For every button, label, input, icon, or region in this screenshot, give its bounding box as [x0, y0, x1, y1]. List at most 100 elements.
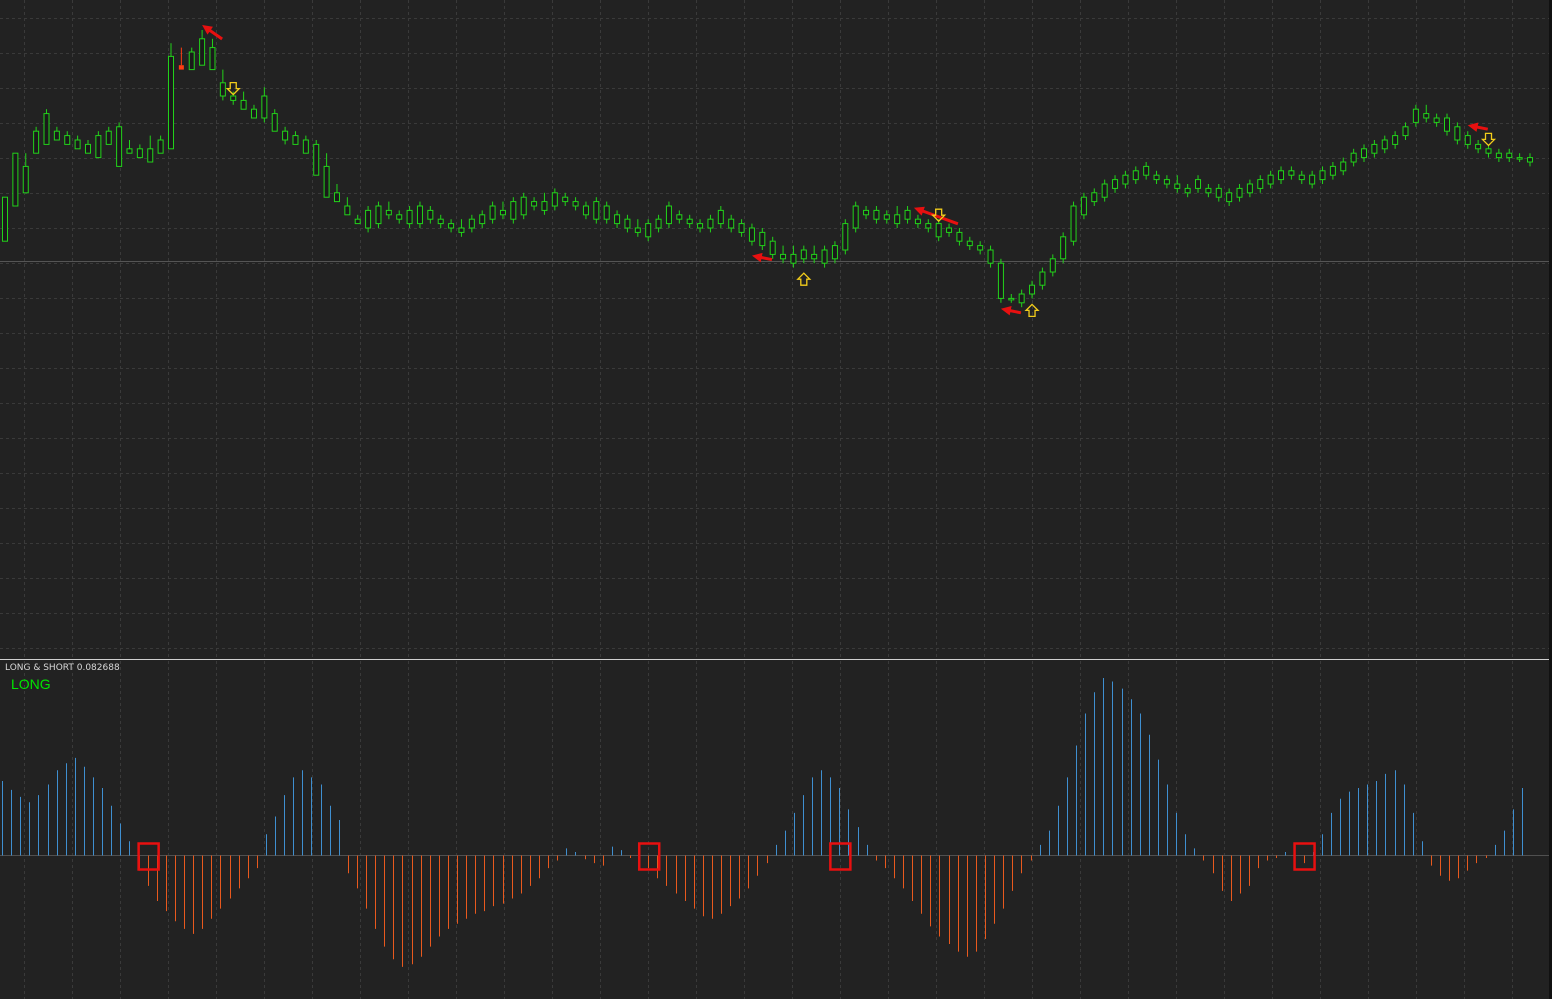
- candle-body: [1215, 187, 1222, 198]
- candle-body: [520, 196, 527, 216]
- candle-body: [1008, 297, 1015, 301]
- candle-body: [365, 209, 372, 229]
- candle-body: [1153, 174, 1160, 181]
- candle-body: [634, 227, 641, 233]
- candle-body: [707, 218, 714, 229]
- candle-body: [1070, 205, 1077, 242]
- candle-body: [375, 205, 382, 225]
- candle-body: [499, 209, 506, 216]
- candle-body: [852, 205, 859, 229]
- candle-body: [157, 139, 164, 154]
- candle-body: [1132, 170, 1139, 181]
- signal-box: [637, 842, 661, 871]
- candle-body: [1402, 126, 1409, 137]
- price-candles: [2, 30, 1533, 308]
- candle-body: [1205, 187, 1212, 194]
- candle-body: [1423, 113, 1430, 119]
- candle-body: [416, 205, 423, 225]
- candle-body: [209, 47, 216, 71]
- candle-body: [1288, 170, 1295, 176]
- candle-body: [292, 135, 299, 145]
- candle-body: [1195, 179, 1202, 189]
- candle-body: [748, 227, 755, 242]
- signal-arrow-head: [913, 206, 925, 216]
- candle-body: [1516, 157, 1523, 160]
- candle-body: [572, 201, 579, 207]
- candle-body: [956, 231, 963, 242]
- indicator-title: LONG & SHORT 0.082688: [5, 663, 120, 673]
- candle-body: [614, 214, 621, 225]
- candle-body: [717, 209, 724, 225]
- candle-body: [510, 201, 517, 220]
- candle-body: [1101, 183, 1108, 198]
- candle-body: [1412, 108, 1419, 123]
- candle-body: [1163, 179, 1170, 185]
- candle-body: [562, 196, 569, 203]
- candle-body: [437, 218, 444, 225]
- candle-body: [1433, 117, 1440, 123]
- candle-body: [1454, 126, 1461, 141]
- candle-body: [1298, 174, 1305, 181]
- candle-body: [22, 165, 29, 194]
- candle-body: [790, 253, 797, 264]
- candle-body: [188, 51, 195, 71]
- candle-body: [1329, 165, 1336, 176]
- candle-body: [873, 209, 880, 220]
- chart-window: LONG & SHORT 0.082688 LONG: [0, 0, 1552, 999]
- signal-arrow-head: [751, 252, 763, 263]
- candle-body: [645, 223, 652, 238]
- candle-body: [987, 249, 994, 264]
- candle-body: [479, 214, 486, 225]
- candle-body: [1257, 179, 1264, 189]
- indicator-state: LONG: [11, 676, 51, 692]
- signal-arrow-head: [1467, 122, 1479, 132]
- candle-body: [261, 95, 268, 119]
- candle-body: [1485, 148, 1492, 154]
- long-short-histogram: [2, 678, 1523, 967]
- candle-body: [551, 192, 558, 207]
- candle-body: [1392, 135, 1399, 145]
- candle-body: [282, 130, 289, 141]
- candle-body: [1184, 187, 1191, 194]
- candle-body: [385, 209, 392, 216]
- hint-arrow: [796, 272, 812, 286]
- candle-body: [406, 209, 413, 225]
- candle-body: [1475, 143, 1482, 150]
- candle-body: [977, 245, 984, 251]
- candle-body: [1527, 157, 1533, 163]
- candle-body: [842, 223, 849, 251]
- candle-body: [1174, 183, 1181, 189]
- candle-body: [686, 218, 693, 225]
- signal-markers: [202, 25, 1497, 318]
- candle-body: [230, 95, 237, 101]
- candle-body: [1122, 174, 1129, 185]
- candle-body: [1018, 293, 1025, 304]
- candle-body: [105, 130, 112, 145]
- candle-body: [1381, 139, 1388, 150]
- candle-body: [199, 38, 206, 66]
- candle-body: [1080, 196, 1087, 216]
- candle-body: [894, 214, 901, 225]
- candle-body: [74, 139, 81, 150]
- hint-arrow: [1480, 132, 1497, 147]
- candle-body: [302, 139, 309, 154]
- candle-body: [354, 218, 361, 225]
- indicator-grid: [24, 661, 1513, 999]
- candle-body: [863, 209, 870, 216]
- candle-body: [738, 223, 745, 233]
- candle-body: [136, 148, 143, 159]
- candle-body: [33, 130, 40, 154]
- candle-body: [966, 240, 973, 247]
- candle-body: [925, 223, 932, 229]
- candle-body: [1361, 148, 1368, 159]
- candle-body: [883, 214, 890, 220]
- candle-body: [250, 108, 257, 119]
- candle-body: [1319, 170, 1326, 181]
- signal-arrow-head: [1000, 306, 1012, 316]
- candle-body: [780, 253, 787, 260]
- candle-body: [1506, 152, 1513, 159]
- candle-body: [1029, 284, 1036, 295]
- candle-body: [946, 227, 953, 233]
- candle-body: [624, 218, 631, 229]
- candle-body: [935, 223, 942, 238]
